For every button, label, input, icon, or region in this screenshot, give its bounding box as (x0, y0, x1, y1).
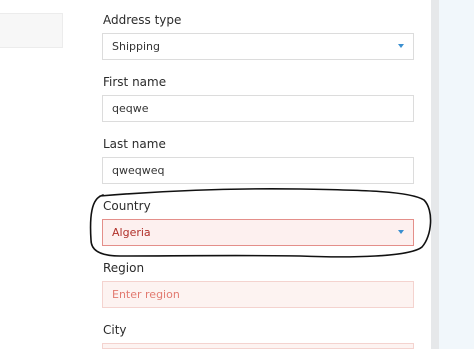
first-name-value: qeqwe (112, 102, 149, 115)
country-select[interactable]: Algeria (102, 219, 414, 246)
address-type-label: Address type (103, 13, 182, 27)
left-background (0, 0, 87, 349)
right-background (439, 0, 474, 349)
country-label: Country (103, 199, 151, 213)
last-name-label: Last name (103, 137, 166, 151)
city-input[interactable] (102, 343, 414, 349)
first-name-label: First name (103, 75, 167, 89)
address-type-select[interactable]: Shipping (102, 33, 414, 60)
chevron-down-icon[interactable] (398, 44, 404, 48)
region-input[interactable]: Enter region (102, 281, 414, 308)
checkout-page: Address type Shipping First name qeqwe L… (0, 0, 474, 349)
last-name-input[interactable]: qweqweq (102, 157, 414, 184)
left-summary-card (0, 13, 63, 48)
region-placeholder: Enter region (112, 288, 180, 301)
city-label: City (103, 323, 127, 337)
panel-divider (431, 0, 439, 349)
last-name-value: qweqweq (112, 164, 165, 177)
address-type-value: Shipping (112, 40, 160, 53)
country-value: Algeria (112, 226, 151, 239)
region-label: Region (103, 261, 145, 275)
chevron-down-icon[interactable] (398, 230, 404, 234)
first-name-input[interactable]: qeqwe (102, 95, 414, 122)
